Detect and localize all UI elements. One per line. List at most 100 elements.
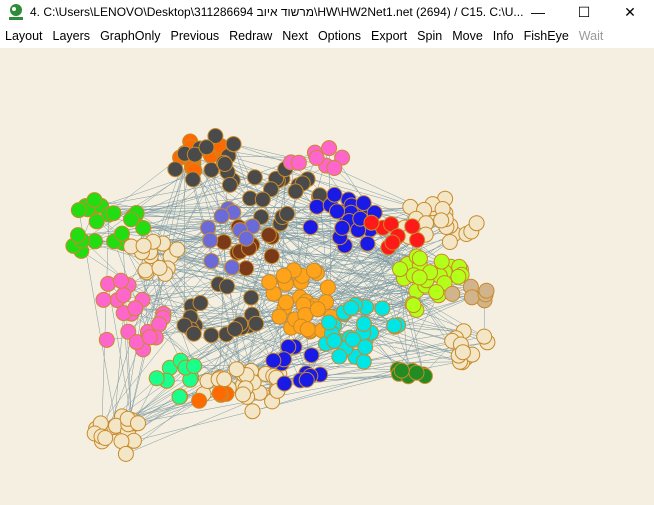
graph-node[interactable] (238, 260, 255, 277)
graph-node[interactable] (261, 274, 278, 291)
menu-redraw[interactable]: Redraw (224, 29, 277, 43)
graph-node[interactable] (123, 211, 139, 228)
graph-node[interactable] (113, 272, 129, 289)
graph-node[interactable] (254, 191, 271, 208)
graph-node[interactable] (393, 362, 410, 379)
graph-node[interactable] (433, 253, 450, 270)
graph-node[interactable] (478, 282, 495, 299)
graph-node[interactable] (287, 183, 304, 200)
minimize-button[interactable]: — (515, 0, 561, 24)
graph-node[interactable] (135, 237, 152, 254)
graph-node[interactable] (359, 235, 376, 252)
graph-node[interactable] (334, 219, 351, 236)
graph-node[interactable] (185, 325, 202, 342)
graph-node[interactable] (309, 301, 326, 318)
graph-node[interactable] (290, 154, 307, 171)
graph-node[interactable] (167, 161, 184, 178)
graph-node[interactable] (386, 317, 403, 334)
graph-node[interactable] (191, 392, 208, 409)
graph-node[interactable] (298, 371, 315, 388)
network-canvas[interactable] (0, 48, 654, 505)
graph-node[interactable] (137, 262, 154, 279)
graph-node[interactable] (329, 203, 345, 220)
graph-node[interactable] (384, 234, 401, 251)
graph-node[interactable] (263, 248, 280, 265)
menu-graphonly[interactable]: GraphOnly (95, 29, 165, 43)
graph-node[interactable] (326, 332, 343, 349)
menu-info[interactable]: Info (488, 29, 519, 43)
graph-node[interactable] (468, 215, 485, 232)
graph-node[interactable] (248, 315, 265, 332)
graph-node[interactable] (130, 415, 146, 432)
graph-node[interactable] (363, 214, 380, 231)
graph-node[interactable] (319, 279, 336, 296)
graph-node[interactable] (441, 234, 458, 250)
graph-node[interactable] (216, 371, 233, 388)
graph-node[interactable] (246, 169, 263, 186)
graph-node[interactable] (213, 208, 230, 225)
graph-node[interactable] (275, 267, 292, 284)
graph-node[interactable] (450, 268, 467, 285)
graph-node[interactable] (302, 219, 319, 236)
graph-node[interactable] (271, 308, 288, 325)
graph-node[interactable] (228, 361, 245, 378)
graph-node[interactable] (184, 171, 201, 188)
menu-next[interactable]: Next (277, 29, 313, 43)
graph-node[interactable] (221, 176, 238, 193)
menu-options[interactable]: Options (313, 29, 366, 43)
graph-node[interactable] (97, 430, 114, 446)
graph-node[interactable] (476, 328, 493, 345)
graph-node[interactable] (276, 375, 293, 392)
graph-node[interactable] (404, 218, 421, 235)
graph-node[interactable] (308, 149, 325, 166)
graph-node[interactable] (408, 364, 425, 381)
graph-node[interactable] (463, 289, 480, 306)
graph-node[interactable] (224, 259, 241, 276)
graph-node[interactable] (225, 136, 242, 153)
graph-node[interactable] (235, 386, 251, 403)
menu-export[interactable]: Export (366, 29, 412, 43)
menu-previous[interactable]: Previous (166, 29, 225, 43)
graph-node[interactable] (411, 269, 428, 286)
graph-node[interactable] (278, 294, 294, 311)
graph-node[interactable] (127, 300, 144, 317)
graph-node[interactable] (105, 205, 122, 222)
graph-node[interactable] (203, 327, 220, 344)
graph-node[interactable] (326, 186, 343, 203)
graph-node[interactable] (151, 316, 168, 333)
menu-spin[interactable]: Spin (412, 29, 447, 43)
graph-node[interactable] (141, 329, 158, 346)
graph-node[interactable] (219, 278, 236, 295)
graph-node[interactable] (186, 358, 203, 374)
graph-node[interactable] (392, 261, 408, 278)
graph-node[interactable] (454, 344, 471, 361)
close-button[interactable]: ✕ (607, 0, 653, 24)
graph-node[interactable] (411, 250, 428, 267)
graph-node[interactable] (444, 285, 461, 302)
graph-node[interactable] (192, 295, 209, 311)
graph-node[interactable] (433, 212, 450, 229)
graph-node[interactable] (265, 352, 282, 369)
graph-node[interactable] (98, 331, 115, 348)
graph-node[interactable] (86, 192, 103, 209)
graph-node[interactable] (243, 289, 260, 306)
menu-layout[interactable]: Layout (0, 29, 48, 43)
network-graph[interactable] (0, 48, 654, 505)
graph-node[interactable] (405, 297, 422, 314)
graph-node[interactable] (308, 198, 325, 215)
maximize-button[interactable]: ☐ (561, 0, 607, 24)
graph-node[interactable] (374, 300, 391, 317)
graph-node[interactable] (321, 140, 338, 157)
graph-node[interactable] (355, 353, 372, 370)
menu-move[interactable]: Move (447, 29, 488, 43)
graph-node[interactable] (198, 139, 215, 156)
graph-node[interactable] (70, 202, 87, 219)
graph-node[interactable] (321, 314, 337, 331)
graph-node[interactable] (355, 315, 372, 332)
graph-node[interactable] (171, 388, 188, 405)
graph-node[interactable] (95, 291, 112, 308)
graph-node[interactable] (117, 445, 134, 462)
graph-node[interactable] (202, 232, 219, 249)
graph-node[interactable] (260, 227, 277, 243)
graph-node[interactable] (409, 232, 426, 248)
